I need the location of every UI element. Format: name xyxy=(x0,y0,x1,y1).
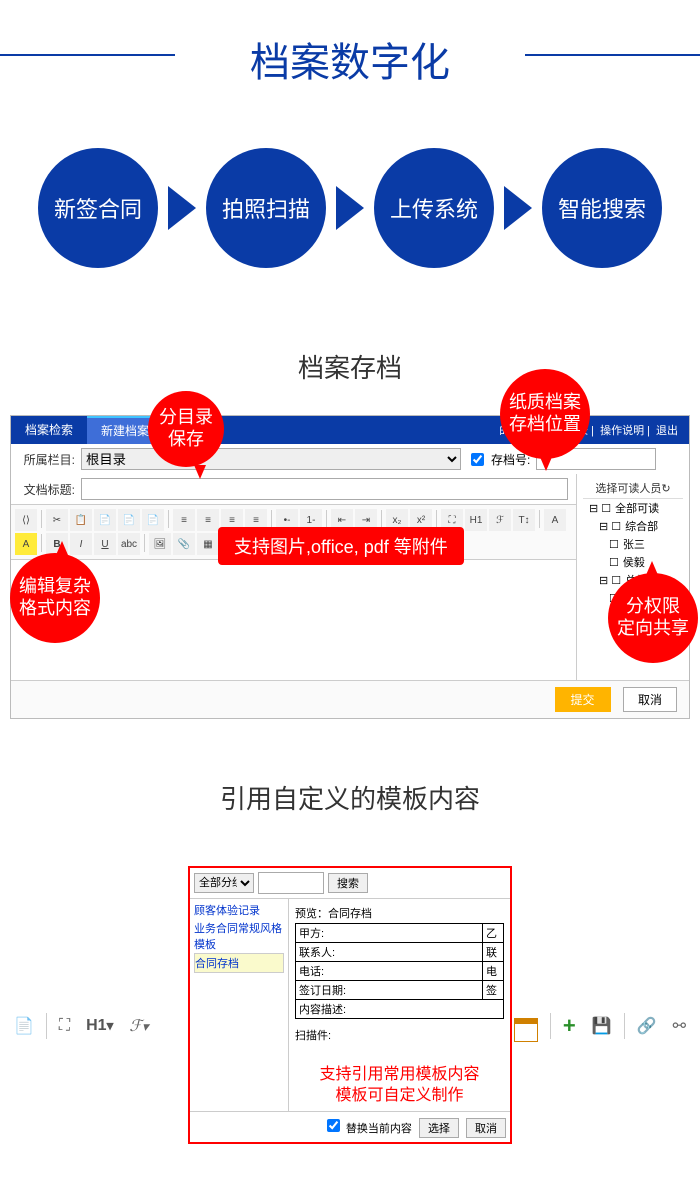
template-item-selected[interactable]: 合同存档 xyxy=(194,953,284,973)
process-flow: 新签合同 拍照扫描 上传系统 智能搜索 xyxy=(0,108,700,328)
template-icon[interactable] xyxy=(510,1009,542,1044)
dialog-footer: 替换当前内容 选择 取消 xyxy=(190,1111,510,1142)
font-icon[interactable]: ℱ▾ xyxy=(125,1014,152,1038)
archive-screenshot: 档案检索 新建档案 ↻ 的资料| 重新登录| 操作说明| 退出 所属栏目: 根目… xyxy=(0,415,700,759)
template-search-input[interactable] xyxy=(258,872,324,894)
template-dialog: 全部分组 搜索 顾客体验记录 业务合同常规风格模板 合同存档 预览：合同存档 甲… xyxy=(188,866,512,1144)
footer-buttons: 提交 取消 xyxy=(11,680,689,718)
flow-step-4: 智能搜索 xyxy=(542,148,662,268)
label-directory: 所属栏目: xyxy=(19,451,75,468)
link-logout[interactable]: 退出 xyxy=(653,425,681,437)
editor-area: 文档标题: ⟨⟩ ✂ 📋 📄 📄 📄 ≡ ≡ ≡ ≡ xyxy=(11,474,576,680)
preview-title: 预览：合同存档 xyxy=(295,903,504,923)
flow-step-1: 新签合同 xyxy=(38,148,158,268)
template-tree: 顾客体验记录 业务合同常规风格模板 合同存档 xyxy=(190,899,289,1111)
flow-step-3: 上传系统 xyxy=(374,148,494,268)
align-center-icon[interactable]: ≡ xyxy=(197,509,219,531)
table-icon[interactable]: ▦ xyxy=(197,533,219,555)
sidebar-title: 选择可读人员↻ xyxy=(583,478,683,499)
strike-icon[interactable]: abc xyxy=(118,533,140,555)
callout-archive: 纸质档案 存档位置 xyxy=(500,369,590,459)
chevron-right-icon xyxy=(504,186,532,230)
attachment-icon[interactable]: 📎 xyxy=(173,533,195,555)
page-icon[interactable]: 📄 xyxy=(10,1014,38,1038)
paste-text-icon[interactable]: 📄 xyxy=(118,509,140,531)
field-label: 甲方: xyxy=(296,924,483,943)
save-icon[interactable]: 💾 xyxy=(588,1014,616,1038)
align-left-icon[interactable]: ≡ xyxy=(173,509,195,531)
doc-title-input[interactable] xyxy=(81,478,568,500)
template-item[interactable]: 顾客体验记录 xyxy=(194,901,284,919)
section-title-archive: 档案存档 xyxy=(0,348,700,385)
callout-share: 分权限 定向共享 xyxy=(608,573,698,663)
template-preview: 预览：合同存档 甲方:乙 联系人:联 电话:电 签订日期:签 内容描述: 扫描件… xyxy=(289,899,510,1111)
heading-icon[interactable]: H1▾ xyxy=(82,1015,117,1037)
template-callout: 支持引用常用模板内容 模板可自定义制作 xyxy=(295,1065,504,1107)
dialog-toolbar: 全部分组 搜索 xyxy=(190,868,510,899)
search-button[interactable]: 搜索 xyxy=(328,873,368,893)
heading-icon[interactable]: H1 xyxy=(465,509,487,531)
paste-word-icon[interactable]: 📄 xyxy=(142,509,164,531)
tree-node-user[interactable]: ☐ 侯毅 xyxy=(583,553,683,571)
flow-step-2: 拍照扫描 xyxy=(206,148,326,268)
directory-select[interactable]: 根目录 xyxy=(81,448,461,470)
field-label: 签订日期: xyxy=(296,981,483,1000)
chevron-right-icon xyxy=(336,186,364,230)
underline-icon[interactable]: U xyxy=(94,533,116,555)
section-title-template: 引用自定义的模板内容 xyxy=(0,779,700,816)
tree-node-user[interactable]: ☐ 张三 xyxy=(583,535,683,553)
template-item[interactable]: 业务合同常规风格模板 xyxy=(194,919,284,953)
add-icon[interactable]: + xyxy=(559,1011,580,1041)
chevron-right-icon xyxy=(168,186,196,230)
image-icon[interactable]: 🖼 xyxy=(149,533,171,555)
hero-title: 档案数字化 xyxy=(0,0,700,108)
label-doc-title: 文档标题: xyxy=(19,481,75,498)
field-label: 内容描述: xyxy=(296,1000,504,1019)
template-section: 📄 ⛶ H1▾ ℱ▾ 🖼 📎 + 💾 🔗 ⚯ 全部分组 搜索 顾客体验记录 业务… xyxy=(0,846,700,1204)
size-icon[interactable]: T↕ xyxy=(513,509,535,531)
cancel-button[interactable]: 取消 xyxy=(466,1118,506,1138)
field-label: 联系人: xyxy=(296,943,483,962)
select-button[interactable]: 选择 xyxy=(419,1118,459,1138)
app-window: 档案检索 新建档案 ↻ 的资料| 重新登录| 操作说明| 退出 所属栏目: 根目… xyxy=(10,415,690,719)
callout-edit: 编辑复杂 格式内容 xyxy=(10,553,100,643)
callout-attachments: 支持图片,office, pdf 等附件 xyxy=(218,527,464,565)
field-label: 电话: xyxy=(296,962,483,981)
replace-checkbox[interactable]: 替换当前内容 xyxy=(323,1123,412,1135)
link-help[interactable]: 操作说明 xyxy=(597,425,647,437)
cancel-button[interactable]: 取消 xyxy=(623,687,677,712)
callout-save: 分目录 保存 xyxy=(148,391,224,467)
unlink-icon[interactable]: ⚯ xyxy=(669,1014,690,1038)
tree-node-dept[interactable]: ⊟ ☐ 综合部 xyxy=(583,517,683,535)
submit-button[interactable]: 提交 xyxy=(555,687,611,712)
refresh-icon[interactable]: ↻ xyxy=(661,483,670,495)
link-icon[interactable]: 🔗 xyxy=(633,1014,661,1038)
paste-icon[interactable]: 📄 xyxy=(94,509,116,531)
source-icon[interactable]: ⟨⟩ xyxy=(15,509,37,531)
scan-label: 扫描件: xyxy=(295,1019,504,1051)
preview-table: 甲方:乙 联系人:联 电话:电 签订日期:签 内容描述: xyxy=(295,923,504,1019)
color-icon[interactable]: A xyxy=(544,509,566,531)
tree-node-all[interactable]: ⊟ ☐ 全部可读 xyxy=(583,499,683,517)
cut-icon[interactable]: ✂ xyxy=(46,509,68,531)
bgcolor-icon[interactable]: A xyxy=(15,533,37,555)
font-icon[interactable]: ℱ xyxy=(489,509,511,531)
italic-icon[interactable]: I xyxy=(70,533,92,555)
tab-search[interactable]: 档案检索 xyxy=(11,416,87,444)
fullscreen-icon[interactable]: ⛶ xyxy=(55,1015,74,1037)
group-select[interactable]: 全部分组 xyxy=(194,873,254,893)
copy-icon[interactable]: 📋 xyxy=(70,509,92,531)
